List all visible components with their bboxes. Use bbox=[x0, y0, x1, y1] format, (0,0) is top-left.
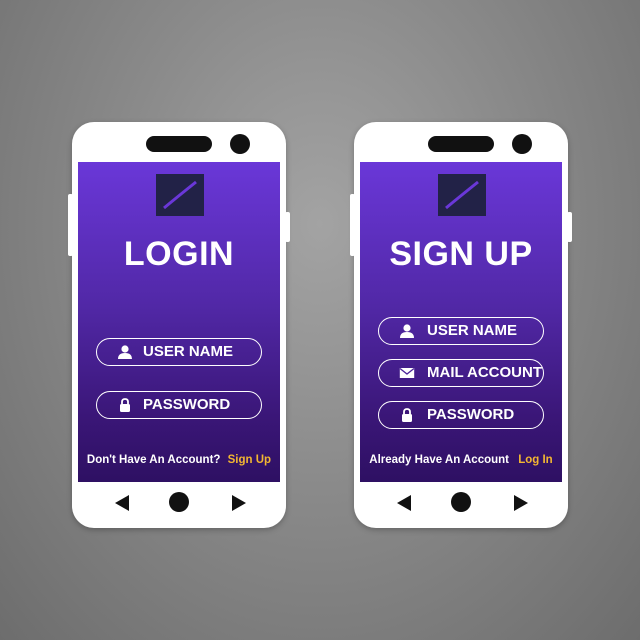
side-button-right bbox=[285, 212, 290, 242]
username-field[interactable]: USER NAME bbox=[96, 338, 262, 366]
lock-icon bbox=[120, 398, 130, 412]
logo-icon bbox=[438, 174, 486, 216]
footer-text: Already Have An Account bbox=[369, 454, 510, 466]
side-button-right bbox=[567, 212, 572, 242]
username-label: USER NAME bbox=[143, 343, 234, 360]
camera-icon bbox=[230, 134, 250, 154]
username-field[interactable]: USER NAME bbox=[378, 317, 544, 345]
signup-screen: SIGN UP USER NAME MAIL ACCOUNT PASSWORD … bbox=[360, 162, 562, 482]
camera-icon bbox=[512, 134, 532, 154]
username-label: USER NAME bbox=[427, 322, 518, 339]
mail-field[interactable]: MAIL ACCOUNT bbox=[378, 359, 544, 387]
signup-phone: SIGN UP USER NAME MAIL ACCOUNT PASSWORD … bbox=[350, 122, 572, 528]
login-footer: Don't Have An Account? Sign Up bbox=[78, 454, 280, 466]
page-title: SIGN UP bbox=[389, 235, 533, 273]
mail-icon bbox=[399, 367, 415, 378]
back-icon[interactable] bbox=[396, 494, 412, 512]
sign-up-link[interactable]: Sign Up bbox=[228, 454, 271, 466]
speaker-icon bbox=[146, 136, 212, 152]
user-icon bbox=[118, 345, 132, 359]
user-icon bbox=[400, 324, 414, 338]
home-icon[interactable] bbox=[169, 492, 189, 512]
forward-icon[interactable] bbox=[231, 494, 247, 512]
speaker-icon bbox=[428, 136, 494, 152]
signup-footer: Already Have An Account Log In bbox=[360, 454, 562, 466]
lock-icon bbox=[402, 408, 412, 422]
footer-text: Don't Have An Account? bbox=[86, 454, 221, 466]
password-label: PASSWORD bbox=[143, 396, 231, 413]
logo-icon bbox=[156, 174, 204, 216]
password-field[interactable]: PASSWORD bbox=[96, 391, 262, 419]
page-title: LOGIN bbox=[123, 235, 235, 273]
forward-icon[interactable] bbox=[513, 494, 529, 512]
password-label: PASSWORD bbox=[427, 406, 515, 423]
login-phone: LOGIN USER NAME PASSWORD Don't Have An A… bbox=[68, 122, 290, 528]
log-in-link[interactable]: Log In bbox=[518, 454, 553, 466]
back-icon[interactable] bbox=[114, 494, 130, 512]
mail-label: MAIL ACCOUNT bbox=[427, 364, 542, 381]
password-field[interactable]: PASSWORD bbox=[378, 401, 544, 429]
side-button-left bbox=[350, 194, 355, 256]
home-icon[interactable] bbox=[451, 492, 471, 512]
login-screen: LOGIN USER NAME PASSWORD Don't Have An A… bbox=[78, 162, 280, 482]
side-button-left bbox=[68, 194, 73, 256]
